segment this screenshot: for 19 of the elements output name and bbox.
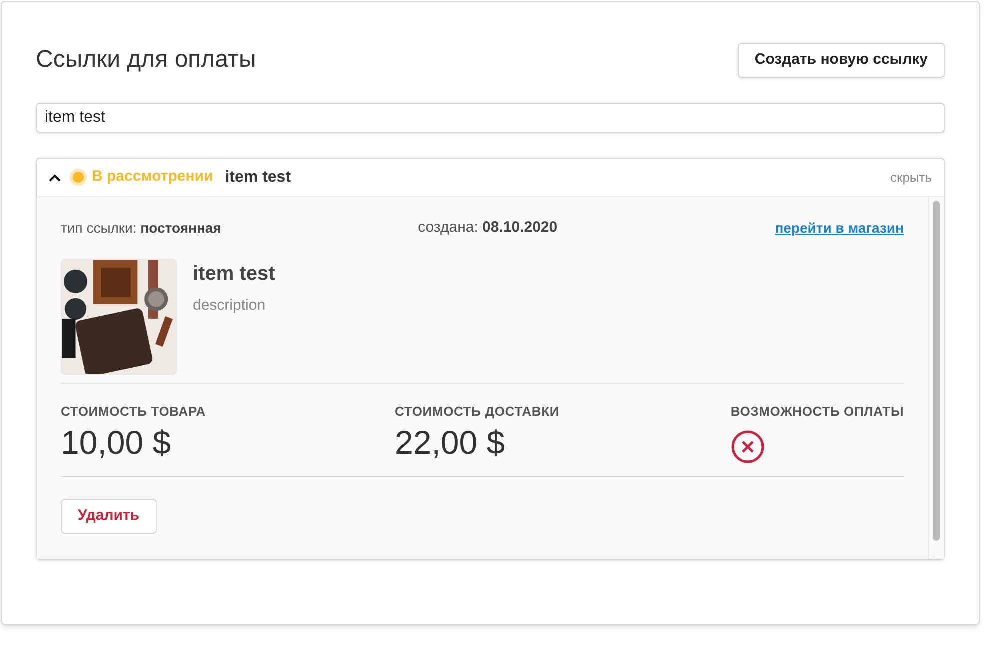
link-type: тип ссылки: постоянная [61,218,222,238]
product-title: item test [193,262,276,287]
payment-label: ВОЗМОЖНОСТЬ ОПЛАТЫ [730,403,904,421]
scrollbar-thumb[interactable] [933,201,940,541]
hide-link[interactable]: скрыть [890,168,932,188]
link-name: item test [225,168,292,188]
delete-button[interactable]: Удалить [61,498,157,534]
collapse-icon[interactable] [49,174,61,182]
price-value: 22,00 $ [395,424,506,462]
shop-link[interactable]: перейти в магазин [775,218,904,238]
status-label: В рассмотрении [92,167,214,188]
price-label: СТОИМОСТЬ ДОСТАВКИ [395,403,561,421]
price-value: 10,00 $ [61,424,172,462]
create-link-button[interactable]: Создать новую ссылку [738,42,945,78]
search-field[interactable]: item test [36,103,945,133]
created-date: создана: 08.10.2020 [418,218,559,238]
price-label: СТОИМОСТЬ ТОВАРА [61,403,208,421]
product-description: description [193,296,267,316]
page-title: Ссылки для оплаты [36,45,256,75]
